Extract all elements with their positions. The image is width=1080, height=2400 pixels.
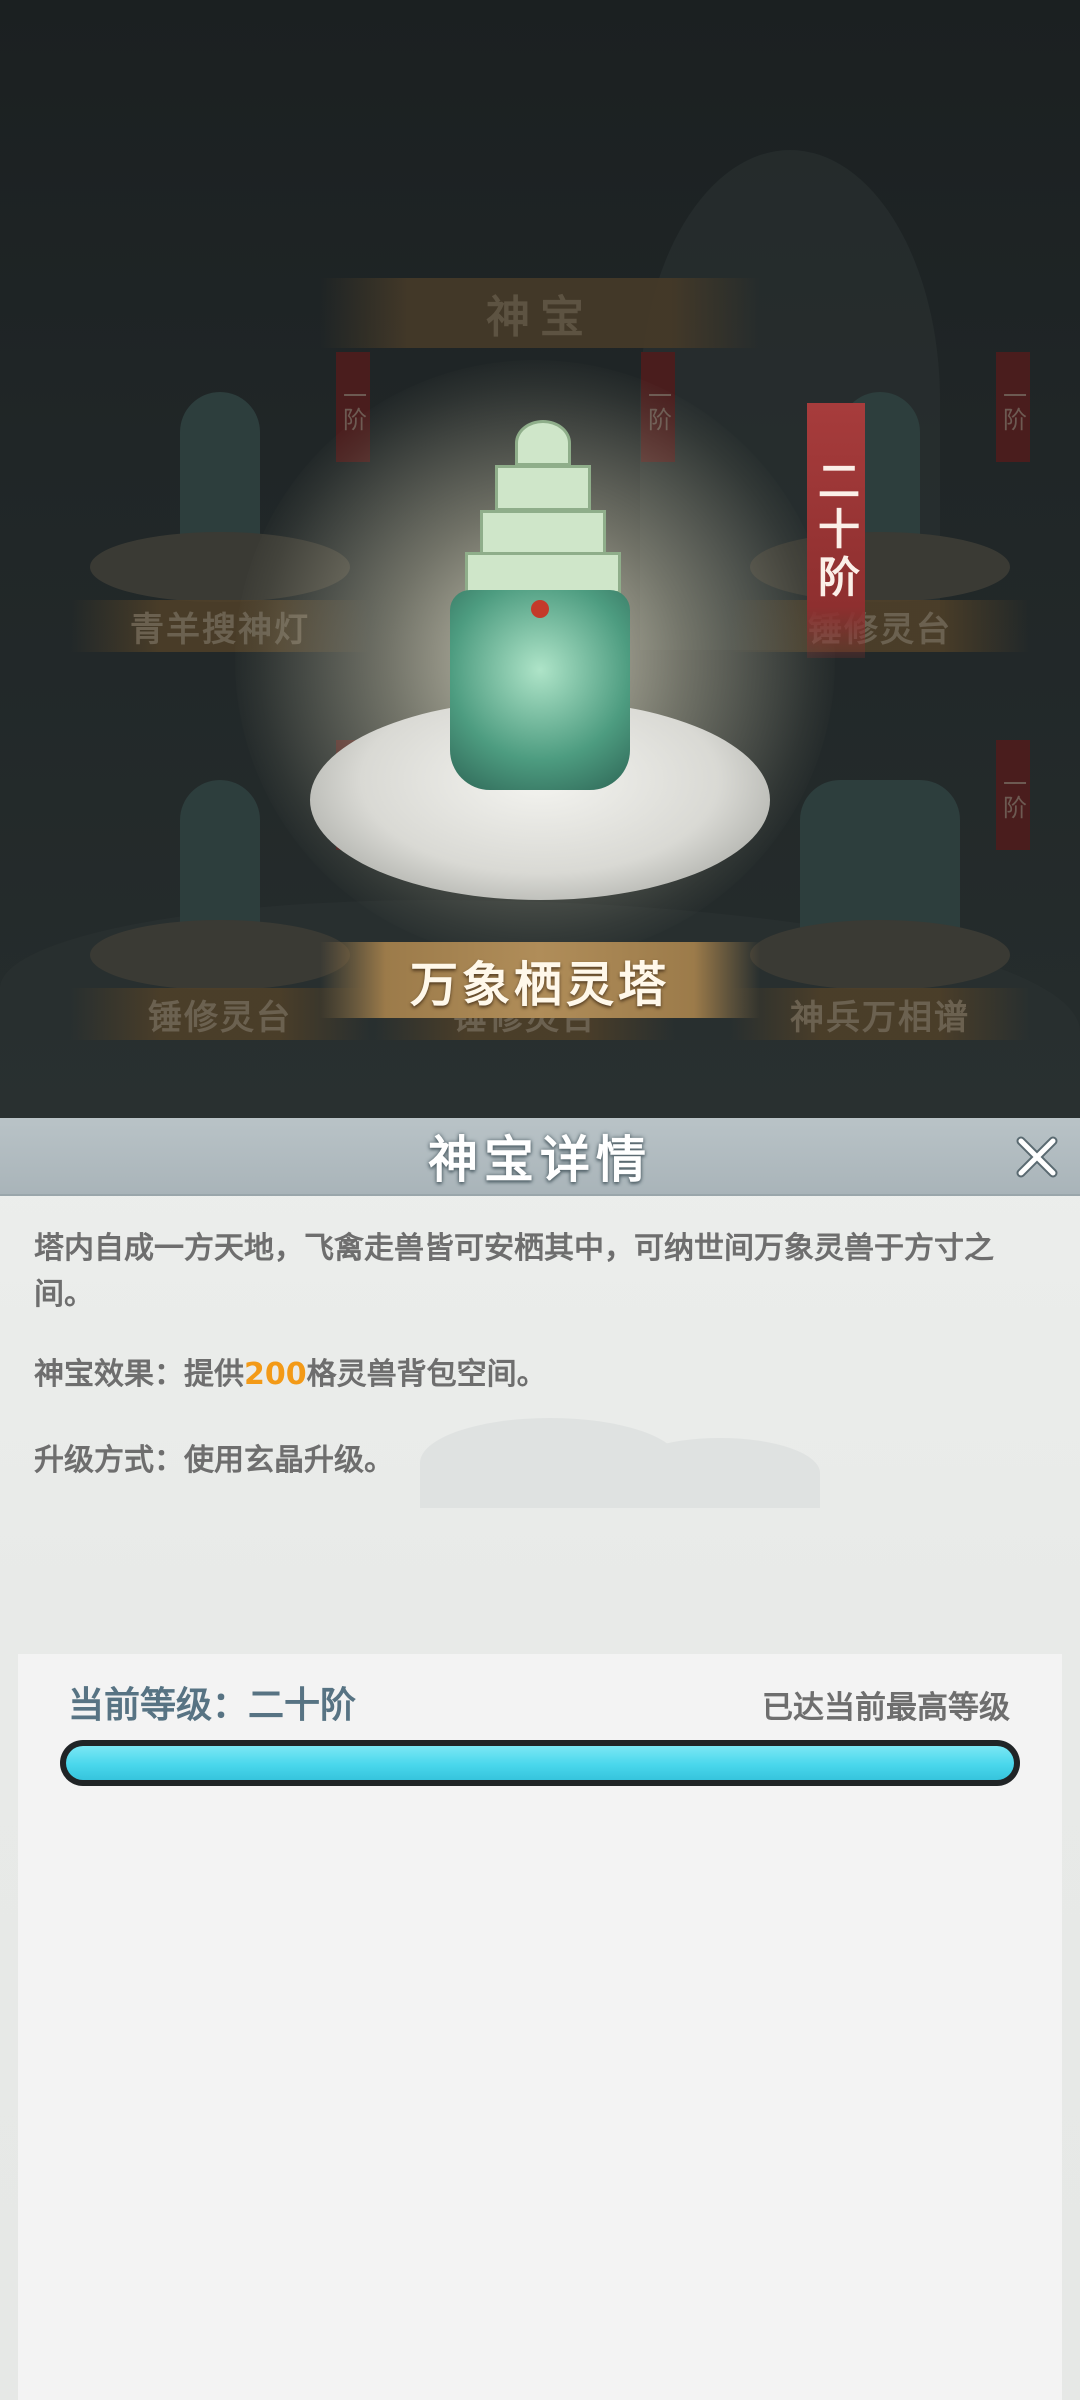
- close-button[interactable]: [1008, 1128, 1066, 1186]
- max-level-label: 已达当前最高等级: [762, 1690, 1010, 1726]
- pagoda-icon: [430, 420, 650, 800]
- upgrade-method: 升级方式：使用玄晶升级。: [34, 1443, 394, 1478]
- close-icon: [1016, 1136, 1058, 1178]
- lotus-base: [750, 920, 1010, 990]
- effect-suffix: 格灵兽背包空间。: [306, 1357, 547, 1392]
- lotus-base: [90, 920, 350, 990]
- effect-value: 200: [244, 1357, 307, 1392]
- effect-prefix: 神宝效果：提供: [34, 1357, 244, 1392]
- level-card: 当前等级：二十阶 已达当前最高等级: [18, 1654, 1062, 2400]
- rank-badge: 一阶: [996, 740, 1030, 850]
- rank-badge: 一阶: [996, 352, 1030, 462]
- treasure-effect: 神宝效果：提供200格灵兽背包空间。: [34, 1352, 1044, 1398]
- selected-rank-badge: 二十阶: [807, 403, 865, 658]
- current-level-label: 当前等级：二十阶: [68, 1685, 357, 1726]
- level-progress-bar: [60, 1740, 1020, 1786]
- level-progress-fill: [66, 1746, 1014, 1780]
- sheet-title: 神宝详情: [428, 1131, 652, 1189]
- treasure-detail-sheet: 神宝详情 塔内自成一方天地，飞禽走兽皆可安栖其中，可纳世间万象灵兽于方寸之间。 …: [0, 1118, 1080, 2400]
- treasure-scene: 神宝 一阶 青羊搜神灯 一阶 一阶 锤修灵台 七阶 锤修灵台 锤修灵台 一阶 神…: [0, 0, 1080, 1118]
- treasure-description: 塔内自成一方天地，飞禽走兽皆可安栖其中，可纳世间万象灵兽于方寸之间。: [34, 1231, 994, 1312]
- selected-treasure-name: 万象栖灵塔: [320, 942, 760, 1018]
- panel-title: 神宝: [320, 278, 760, 348]
- treasure-name: 神兵万相谱: [730, 988, 1030, 1040]
